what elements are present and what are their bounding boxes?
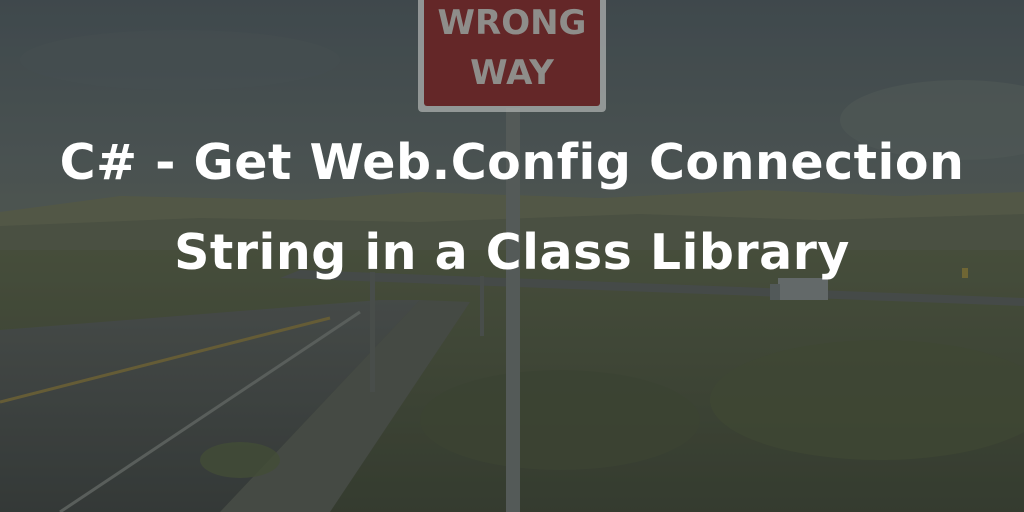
post-title: C# - Get Web.Config Connection String in… (59, 134, 965, 281)
title-container: C# - Get Web.Config Connection String in… (40, 118, 984, 298)
hero-banner: WRONG WAY C# - Get Web.Config Connection… (0, 0, 1024, 512)
